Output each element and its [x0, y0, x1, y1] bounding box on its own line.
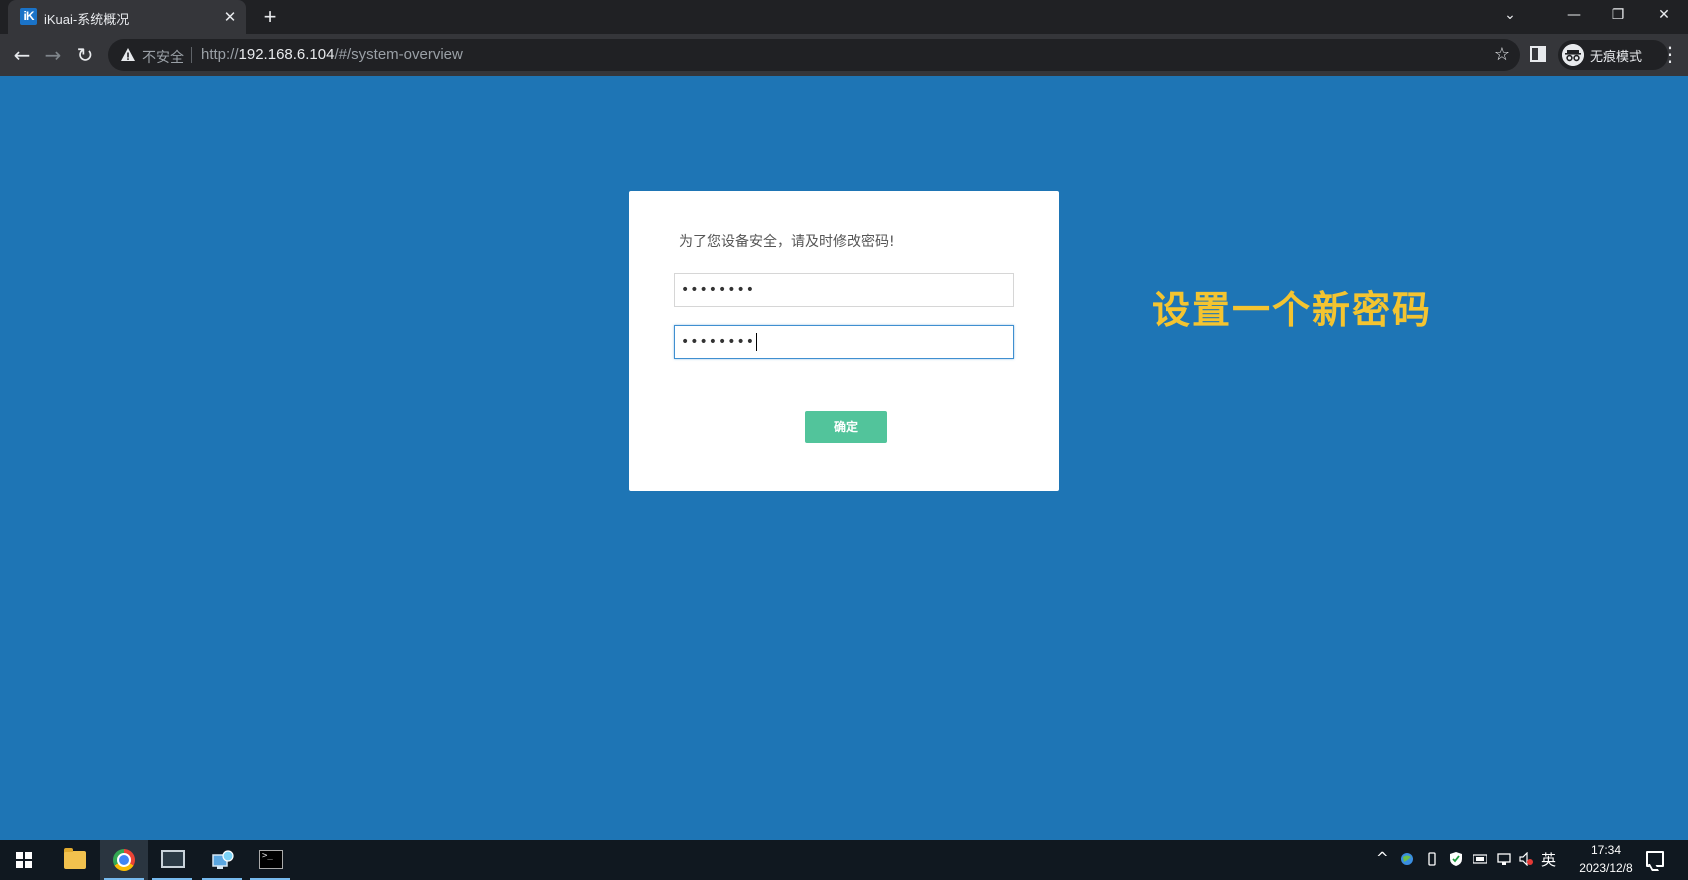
browser-tab-strip: iK iKuai-系统概况 ✕ + ⌄ — ❐ ✕ [0, 0, 1688, 34]
restore-button[interactable]: ❐ [1596, 0, 1640, 30]
globe-tray-icon[interactable] [1400, 852, 1414, 866]
url-text[interactable]: http://192.168.6.104/#/system-overview [201, 46, 463, 63]
browser-menu-icon[interactable]: ⋮ [1660, 42, 1680, 66]
browser-toolbar: ← → ↻ 不安全 http://192.168.6.104/#/system-… [0, 34, 1688, 76]
incognito-indicator[interactable]: 无痕模式 [1558, 40, 1668, 70]
security-message: 为了您设备安全，请及时修改密码! [679, 234, 895, 250]
notification-center-icon[interactable] [1646, 851, 1664, 867]
windows-taskbar: >_ ^ 英 17:34 2023/12/8 [0, 840, 1688, 880]
tab-search-button[interactable]: ⌄ [1488, 0, 1532, 30]
volume-muted-icon[interactable] [1519, 852, 1533, 866]
close-window-button[interactable]: ✕ [1642, 0, 1686, 30]
tab-title: iKuai-系统概况 [44, 12, 130, 27]
not-secure-warning-icon[interactable] [120, 47, 136, 63]
taskbar-chrome[interactable] [100, 840, 148, 880]
windows-logo-icon [16, 852, 32, 868]
taskbar-network-tool[interactable] [198, 840, 246, 880]
annotation-caption: 设置一个新密码 [1152, 287, 1433, 332]
taskbar-file-explorer[interactable] [50, 840, 98, 880]
file-explorer-icon [64, 848, 86, 869]
taskbar-remote-desktop[interactable] [148, 840, 196, 880]
terminal-icon: >_ [259, 850, 283, 869]
change-password-dialog: 为了您设备安全，请及时修改密码! •••••••• •••••••• 确定 [629, 191, 1059, 491]
new-tab-button[interactable]: + [258, 5, 282, 29]
text-caret [756, 333, 758, 351]
network-tray-icon[interactable] [1497, 852, 1511, 866]
vmware-tray-icon[interactable] [1473, 852, 1487, 866]
forward-button[interactable]: → [40, 42, 66, 68]
clock-date[interactable]: 2023/12/8 [1562, 861, 1650, 875]
incognito-icon [1562, 44, 1584, 66]
tab-close-icon[interactable]: ✕ [220, 7, 240, 27]
new-password-value: •••••••• [681, 282, 756, 298]
network-tool-icon [212, 850, 234, 869]
side-panel-icon[interactable] [1530, 46, 1546, 62]
browser-tab-active[interactable]: iK iKuai-系统概况 ✕ [8, 0, 246, 34]
incognito-label: 无痕模式 [1590, 50, 1643, 65]
new-password-input[interactable]: •••••••• [674, 273, 1014, 307]
usb-tray-icon[interactable] [1425, 852, 1439, 866]
chrome-icon [113, 849, 135, 871]
ikuai-favicon-icon: iK [20, 8, 37, 25]
confirm-password-value: •••••••• [681, 334, 756, 350]
bookmark-star-icon[interactable]: ☆ [1494, 44, 1510, 65]
remote-desktop-icon [161, 850, 185, 868]
input-method-indicator[interactable]: 英 [1541, 849, 1556, 870]
minimize-button[interactable]: — [1552, 0, 1596, 30]
confirm-password-input[interactable]: •••••••• [674, 325, 1014, 359]
tray-expand-icon[interactable]: ^ [1376, 849, 1389, 880]
defender-shield-icon[interactable] [1449, 852, 1463, 866]
reload-button[interactable]: ↻ [72, 42, 98, 68]
url-path: /#/system-overview [334, 46, 463, 63]
address-bar[interactable]: 不安全 http://192.168.6.104/#/system-overvi… [108, 39, 1520, 71]
url-scheme: http:// [201, 46, 239, 63]
confirm-button[interactable]: 确定 [805, 411, 887, 443]
url-host: 192.168.6.104 [238, 46, 335, 63]
back-button[interactable]: ← [9, 42, 35, 68]
clock-time[interactable]: 17:34 [1570, 843, 1642, 857]
omnibox-divider [191, 47, 192, 63]
security-status-label[interactable]: 不安全 [142, 47, 184, 67]
start-button[interactable] [0, 840, 48, 880]
taskbar-terminal[interactable]: >_ [246, 840, 294, 880]
